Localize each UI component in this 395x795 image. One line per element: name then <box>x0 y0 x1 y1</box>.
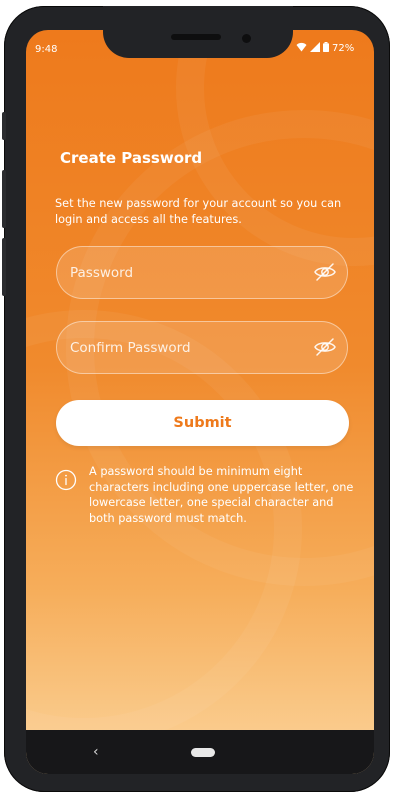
status-icons: 72% <box>296 42 354 55</box>
home-pill-button[interactable] <box>191 748 215 757</box>
camera-notch <box>103 6 293 58</box>
front-camera <box>242 34 251 43</box>
eye-off-icon[interactable] <box>313 335 337 359</box>
side-button-top <box>2 112 6 140</box>
signal-icon <box>310 42 320 55</box>
confirm-password-placeholder: Confirm Password <box>70 339 191 356</box>
password-placeholder: Password <box>70 264 134 281</box>
password-field[interactable]: Password <box>56 246 348 299</box>
back-icon[interactable]: ‹ <box>93 744 99 760</box>
page-description: Set the new password for your account so… <box>55 197 342 226</box>
status-time: 9:48 <box>35 44 58 55</box>
battery-percentage: 72% <box>332 43 355 54</box>
battery-icon <box>323 42 329 55</box>
side-button-volume-up <box>2 170 6 228</box>
submit-button[interactable]: Submit <box>56 400 349 446</box>
password-requirements-text: A password should be minimum eight chara… <box>89 465 354 525</box>
confirm-password-field[interactable]: Confirm Password <box>56 321 348 374</box>
wifi-icon <box>296 42 307 55</box>
eye-off-icon[interactable] <box>313 260 337 284</box>
page-title: Create Password <box>60 149 203 167</box>
earpiece-speaker <box>171 34 221 40</box>
side-button-volume-down <box>2 238 6 296</box>
info-icon <box>55 469 77 491</box>
